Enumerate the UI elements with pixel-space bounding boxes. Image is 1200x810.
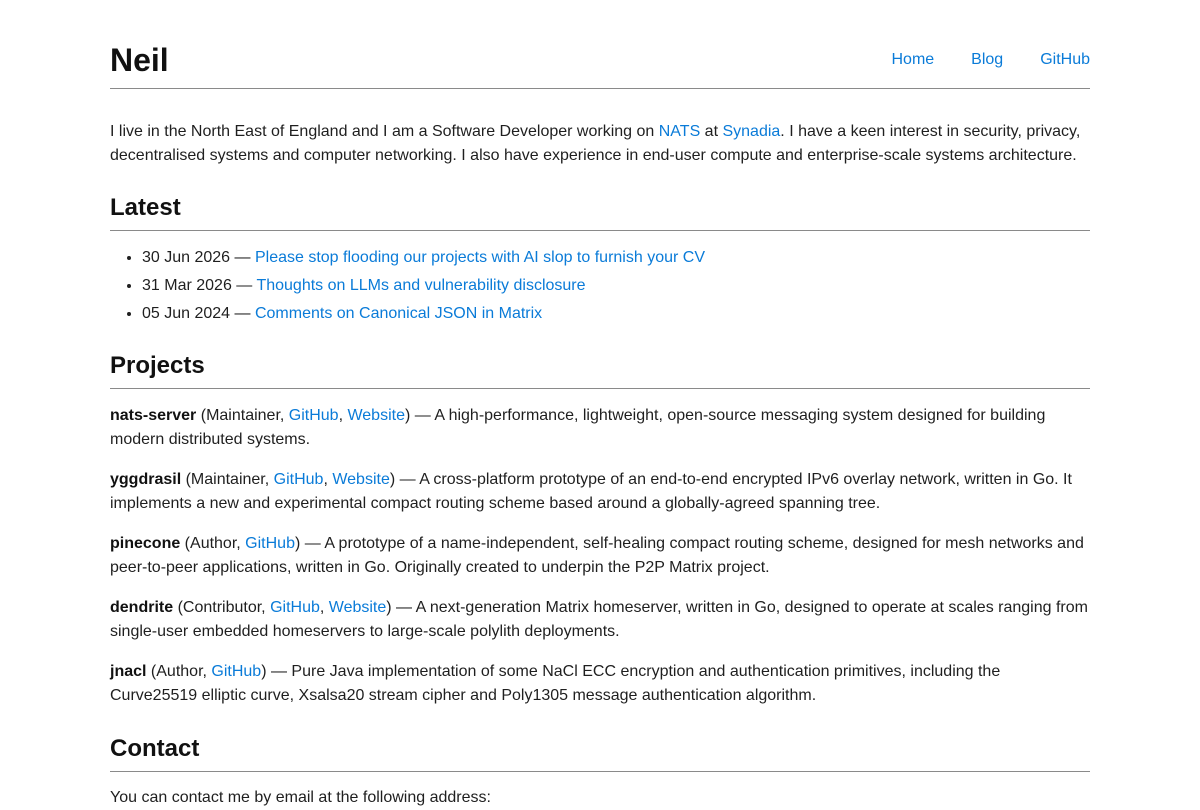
latest-heading: Latest [110,193,1090,231]
latest-posts-list: 30 Jun 2026 — Please stop flooding our p… [110,246,1090,330]
project-website-link[interactable]: Website [329,599,387,616]
project-role: Maintainer [190,471,265,488]
separator: — [231,277,257,294]
intro-text: at [700,123,723,140]
synadia-link[interactable]: Synadia [722,123,780,140]
project-github-link[interactable]: GitHub [270,599,320,616]
post-date: 30 Jun 2026 [142,249,231,266]
project-github-link[interactable]: GitHub [274,471,324,488]
project-role: Contributor [182,599,262,616]
project-item: pinecone (Author, GitHub) — A prototype … [110,535,1084,576]
nav-blog-link[interactable]: Blog [971,48,1003,72]
post-link[interactable]: Thoughts on LLMs and vulnerability discl… [256,277,585,294]
nats-link[interactable]: NATS [659,123,700,140]
site-title[interactable]: Neil [110,42,169,78]
projects-heading: Projects [110,351,1090,389]
project-role: Maintainer [206,407,280,424]
post-date: 05 Jun 2024 [142,305,231,322]
project-github-link[interactable]: GitHub [289,407,339,424]
projects-list: nats-server (Maintainer, GitHub, Website… [110,404,1090,724]
intro-text: I live in the North East of England and … [110,123,659,140]
project-name: dendrite [110,599,174,616]
list-item: 31 Mar 2026 — Thoughts on LLMs and vulne… [142,274,1090,298]
site-header: Neil Home Blog GitHub [110,36,1090,89]
nav-github-link[interactable]: GitHub [1040,48,1090,72]
post-link[interactable]: Please stop flooding our projects with A… [255,249,705,266]
project-github-link[interactable]: GitHub [245,535,295,552]
separator: — [230,305,255,322]
project-name: yggdrasil [110,471,182,488]
project-item: nats-server (Maintainer, GitHub, Website… [110,407,1046,448]
main-nav: Home Blog GitHub [854,48,1090,72]
post-link[interactable]: Comments on Canonical JSON in Matrix [255,305,542,322]
project-name: nats-server [110,407,197,424]
project-role: Author [190,535,237,552]
contact-text: You can contact me by email at the follo… [110,789,491,806]
project-role: Author [156,663,203,680]
list-item: 05 Jun 2024 — Comments on Canonical JSON… [142,302,1090,326]
project-name: jnacl [110,663,147,680]
intro-paragraph: I live in the North East of England and … [110,120,1090,168]
post-date: 31 Mar 2026 [142,277,232,294]
project-item: dendrite (Contributor, GitHub, Website) … [110,599,1088,640]
project-name: pinecone [110,535,181,552]
project-item: yggdrasil (Maintainer, GitHub, Website) … [110,471,1072,512]
contact-heading: Contact [110,734,1090,772]
list-item: 30 Jun 2026 — Please stop flooding our p… [142,246,1090,270]
project-github-link[interactable]: GitHub [211,663,261,680]
project-item: jnacl (Author, GitHub) — Pure Java imple… [110,663,1001,704]
project-website-link[interactable]: Website [332,471,390,488]
project-website-link[interactable]: Website [347,407,405,424]
nav-home-link[interactable]: Home [891,48,934,72]
separator: — [230,249,255,266]
